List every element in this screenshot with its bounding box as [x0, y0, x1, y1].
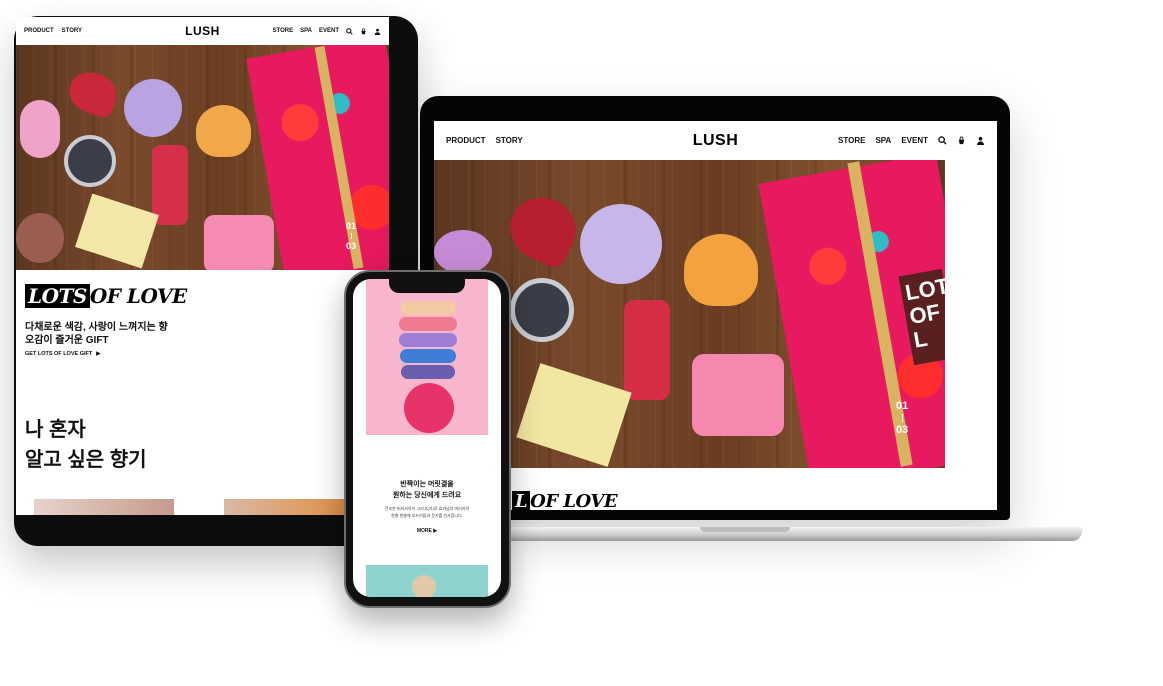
section-title: 나 혼자 알고 싶은 향기: [25, 415, 147, 475]
black-tin: [510, 278, 574, 342]
laptop-notch: [700, 527, 790, 532]
user-icon[interactable]: [976, 136, 985, 145]
pink-soap: [204, 215, 274, 270]
stack-bar-3: [399, 333, 457, 347]
orange-heart: [684, 234, 758, 306]
phone-headline-line2: 원하는 당신에게 드려요: [392, 492, 462, 499]
product-thumb-1[interactable]: [34, 499, 174, 515]
phone-body: 건조한 머리카락이 그리고(가)로 효과넘치 머리카락 한층 한층에 부드러움과…: [353, 505, 501, 519]
pink-soap: [692, 354, 784, 436]
stack-bar-2: [399, 317, 457, 331]
phone-notch: [389, 279, 465, 293]
tablet-nav: PRODUCT STORY LUSH STORE SPA EVENT: [16, 17, 389, 45]
campaign-logo: LOTS OF LOVE: [25, 284, 187, 308]
round-shampoo-bar: [404, 383, 454, 433]
laptop-nav: PRODUCT STORY LUSH STORE SPA EVENT: [434, 121, 997, 160]
nav-event[interactable]: EVENT: [901, 136, 928, 145]
slide-pager[interactable]: 01 03: [896, 400, 908, 436]
section-title-line2: 알고 싶은 향기: [25, 449, 147, 471]
nav-store[interactable]: STORE: [838, 136, 865, 145]
slide-current: 01: [896, 400, 909, 412]
phone-body-line2: 한층 한층에 부드러움과 윤기를 선사합니다.: [391, 513, 463, 518]
cart-icon[interactable]: [957, 136, 966, 145]
purple-bath-bomb: [580, 204, 662, 284]
nav-store[interactable]: STORE: [273, 28, 294, 34]
pink-bath-bomb: [20, 100, 60, 158]
cart-icon[interactable]: [360, 27, 367, 35]
search-icon[interactable]: [938, 136, 947, 145]
section-title-line1: 나 혼자: [25, 419, 86, 441]
laptop-screen: PRODUCT STORY LUSH STORE SPA EVENT LOTS …: [434, 121, 997, 510]
red-bottle: [624, 300, 670, 400]
stack-bar-1: [400, 301, 456, 315]
hero-image: 01 03: [16, 45, 389, 270]
nav-product[interactable]: PRODUCT: [446, 136, 486, 145]
nav-spa[interactable]: SPA: [300, 28, 312, 34]
product-image: [366, 279, 488, 435]
more-link[interactable]: MORE ▶: [353, 528, 501, 534]
lush-logo[interactable]: LUSH: [185, 24, 220, 38]
cta-label: GET LOTS OF LOVE GIFT: [25, 351, 93, 357]
nav-story[interactable]: STORY: [62, 28, 82, 34]
slide-total: 03: [346, 241, 357, 251]
tin-lid: [412, 575, 436, 597]
campaign-logo-light: OF LOVE: [89, 284, 187, 308]
tablet-screen: PRODUCT STORY LUSH STORE SPA EVENT 01 03: [16, 17, 389, 515]
second-product-image: [366, 565, 488, 597]
stack-bar-4: [400, 349, 456, 363]
slide-pager[interactable]: 01 03: [346, 221, 356, 251]
lush-logo[interactable]: LUSH: [693, 132, 739, 150]
product-thumb-2[interactable]: [224, 499, 344, 515]
stack-bar-5: [401, 365, 455, 379]
slide-total: 03: [896, 424, 909, 436]
pink-bath-bomb: [434, 230, 492, 274]
user-icon[interactable]: [374, 28, 381, 35]
tablet-headline: 다채로운 색감, 사랑이 느껴지는 향 오감이 즐거운 GIFT: [25, 321, 168, 347]
phone-screen: 반짝이는 머릿결을 원하는 당신에게 드려요 건조한 머리카락이 그리고(가)로…: [353, 279, 501, 597]
nav-spa[interactable]: SPA: [875, 136, 891, 145]
more-label: MORE: [416, 528, 432, 534]
campaign-logo: L OF LOVE: [512, 491, 618, 510]
cta-link[interactable]: GET LOTS OF LOVE GIFT ▶: [25, 351, 100, 357]
phone-headline: 반짝이는 머릿결을 원하는 당신에게 드려요: [353, 479, 501, 501]
campaign-logo-light: OF LOVE: [530, 491, 618, 510]
campaign-logo-dark: L: [512, 491, 531, 510]
search-icon[interactable]: [346, 27, 353, 35]
nav-event[interactable]: EVENT: [319, 28, 339, 34]
slide-current: 01: [346, 221, 357, 231]
phone-body-line1: 건조한 머리카락이 그리고(가)로 효과넘치 머리카락: [384, 506, 470, 511]
purple-bath-bomb: [124, 79, 182, 137]
heart-soap: [16, 213, 64, 263]
arrow-right-icon: ▶: [96, 351, 101, 357]
orange-heart: [196, 105, 251, 157]
phone-headline-line1: 반짝이는 머릿결을: [400, 481, 454, 488]
black-tin: [64, 135, 116, 187]
nav-product[interactable]: PRODUCT: [24, 28, 54, 34]
headline-line2: 오감이 즐거운 GIFT: [25, 335, 109, 346]
headline-line1: 다채로운 색감, 사랑이 느껴지는 향: [25, 322, 168, 333]
campaign-logo-dark: LOTS: [25, 284, 90, 308]
nav-story[interactable]: STORY: [496, 136, 523, 145]
arrow-right-icon: ▶: [433, 528, 438, 534]
red-bottle: [152, 145, 188, 225]
